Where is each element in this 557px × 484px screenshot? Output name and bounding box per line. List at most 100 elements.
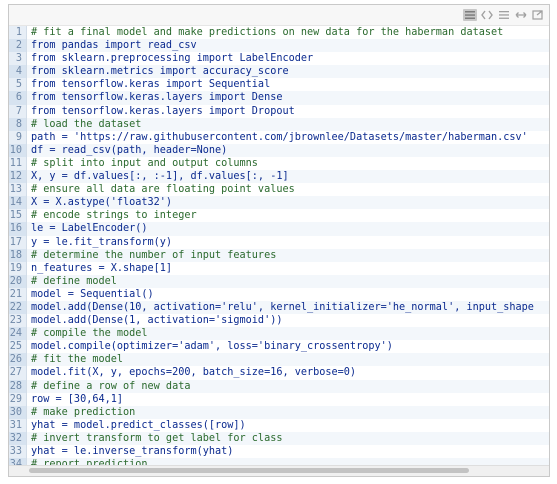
code-line: 15 # encode strings to integer	[9, 209, 549, 223]
line-number: 26	[9, 353, 27, 367]
line-number: 13	[9, 183, 27, 197]
view-source-icon[interactable]	[463, 9, 477, 21]
code-line: 17 y = le.fit_transform(y)	[9, 235, 549, 249]
code-line: 20 # define model	[9, 274, 549, 288]
code-line: 27 model.fit(X, y, epochs=200, batch_size…	[9, 366, 549, 380]
code-line: 24 # compile the model	[9, 327, 549, 341]
code-comment: # fit a final model and make predictions…	[31, 27, 504, 38]
code-text: path = 'https://raw.githubusercontent.co…	[31, 131, 528, 143]
line-number: 29	[9, 392, 27, 406]
code-line: 33 yhat = le.inverse_transform(yhat)	[9, 445, 549, 459]
code-line: 5 from tensorflow.keras import Sequential	[9, 78, 549, 92]
line-number: 15	[9, 209, 27, 223]
code-text: model.add(Dense(10, activation='relu', k…	[31, 301, 534, 313]
line-number: 3	[9, 52, 27, 66]
line-number: 10	[9, 143, 27, 157]
line-number: 16	[9, 222, 27, 236]
code-line: 22 model.add(Dense(10, activation='relu',…	[9, 300, 549, 315]
line-number: 2	[9, 39, 27, 53]
code-line: 18 # determine the number of input featur…	[9, 248, 549, 262]
code-icon[interactable]	[480, 9, 494, 21]
line-number: 27	[9, 366, 27, 380]
scrollbar-thumb[interactable]	[29, 468, 469, 473]
code-text: le = LabelEncoder()	[31, 223, 148, 235]
line-number: 30	[9, 405, 27, 419]
code-line: 14 X = X.astype('float32')	[9, 196, 549, 210]
code-comment: # encode strings to integer	[31, 210, 197, 222]
line-number: 5	[9, 78, 27, 92]
line-number: 12	[9, 170, 27, 184]
code-line: 8 # load the dataset	[9, 117, 549, 131]
code-text: from sklearn.preprocessing import LabelE…	[31, 53, 314, 65]
code-comment: # invert transform to get label for clas…	[31, 432, 283, 444]
code-text: y = le.fit_transform(y)	[31, 236, 173, 248]
code-line: 1 # fit a final model and make prediction…	[9, 26, 549, 40]
line-number: 33	[9, 445, 27, 459]
code-line: 3 from sklearn.preprocessing import Label…	[9, 52, 549, 66]
line-number: 32	[9, 431, 27, 445]
line-number: 6	[9, 91, 27, 105]
code-comment: # split into input and output columns	[31, 157, 258, 169]
code-line: 23 model.add(Dense(1, activation='sigmoid…	[9, 314, 549, 328]
code-text: from tensorflow.keras.layers import Dens…	[31, 92, 283, 104]
line-number: 19	[9, 261, 27, 275]
code-text: model.fit(X, y, epochs=200, batch_size=1…	[31, 367, 357, 379]
code-line: 25 model.compile(optimizer='adam', loss='…	[9, 340, 549, 354]
code-text: from sklearn.metrics import accuracy_sco…	[31, 66, 289, 78]
code-line: 26 # fit the model	[9, 353, 549, 367]
code-text: n_features = X.shape[1]	[31, 262, 173, 274]
line-number: 24	[9, 327, 27, 341]
code-line: 9 path = 'https://raw.githubusercontent.c…	[9, 130, 549, 144]
code-text: df = read_csv(path, header=None)	[31, 144, 228, 156]
code-text: X = X.astype('float32')	[31, 197, 173, 209]
code-text: model = Sequential()	[31, 288, 154, 300]
code-line: 10 df = read_csv(path, header=None)	[9, 143, 549, 157]
line-number: 22	[9, 300, 27, 315]
line-number: 21	[9, 287, 27, 301]
code-line: 2 from pandas import read_csv	[9, 39, 549, 53]
code-text: row = [30,64,1]	[31, 393, 124, 405]
code-line: 30 # make prediction	[9, 405, 549, 419]
line-number: 14	[9, 196, 27, 210]
code-comment: # load the dataset	[31, 118, 142, 130]
code-text: from tensorflow.keras.layers import Drop…	[31, 105, 295, 117]
code-line: 19 n_features = X.shape[1]	[9, 261, 549, 275]
code-line: 7 from tensorflow.keras.layers import Dro…	[9, 104, 549, 118]
code-line: 21 model = Sequential()	[9, 287, 549, 301]
code-text: model.compile(optimizer='adam', loss='bi…	[31, 341, 393, 353]
expand-icon[interactable]	[514, 9, 528, 21]
code-line: 11 # split into input and output columns	[9, 156, 549, 171]
code-line: 28 # define a row of new data	[9, 379, 549, 393]
code-line: 16 le = LabelEncoder()	[9, 222, 549, 236]
code-comment: # ensure all data are floating point val…	[31, 184, 295, 196]
code-line: 31 yhat = model.predict_classes([row])	[9, 418, 549, 432]
line-number: 7	[9, 104, 27, 118]
code-toolbar	[9, 5, 549, 26]
code-text: from tensorflow.keras import Sequential	[31, 79, 271, 91]
code-comment: # determine the number of input features	[31, 249, 277, 261]
line-number: 1	[9, 26, 27, 40]
horizontal-scrollbar[interactable]	[9, 465, 549, 476]
line-number: 11	[9, 156, 27, 171]
line-number: 17	[9, 235, 27, 249]
line-number: 20	[9, 274, 27, 288]
code-line: 13 # ensure all data are floating point v…	[9, 183, 549, 197]
code-viewer: 1 # fit a final model and make prediction…	[8, 4, 550, 477]
line-number: 4	[9, 65, 27, 79]
line-number: 28	[9, 379, 27, 393]
popout-icon[interactable]	[531, 9, 545, 21]
code-comment: # make prediction	[31, 406, 136, 418]
code-text: from pandas import read_csv	[31, 40, 197, 52]
code-comment: # define a row of new data	[31, 380, 191, 392]
code-line: 32 # invert transform to get label for cl…	[9, 431, 549, 445]
line-number: 31	[9, 418, 27, 432]
code-comment: # fit the model	[31, 354, 124, 366]
line-number: 23	[9, 314, 27, 328]
line-number: 8	[9, 117, 27, 131]
copy-icon[interactable]	[497, 9, 511, 21]
code-text: yhat = le.inverse_transform(yhat)	[31, 446, 234, 457]
code-line: 29 row = [30,64,1]	[9, 392, 549, 406]
code-block: 1 # fit a final model and make prediction…	[9, 26, 549, 476]
line-number: 9	[9, 130, 27, 144]
line-number: 25	[9, 340, 27, 354]
